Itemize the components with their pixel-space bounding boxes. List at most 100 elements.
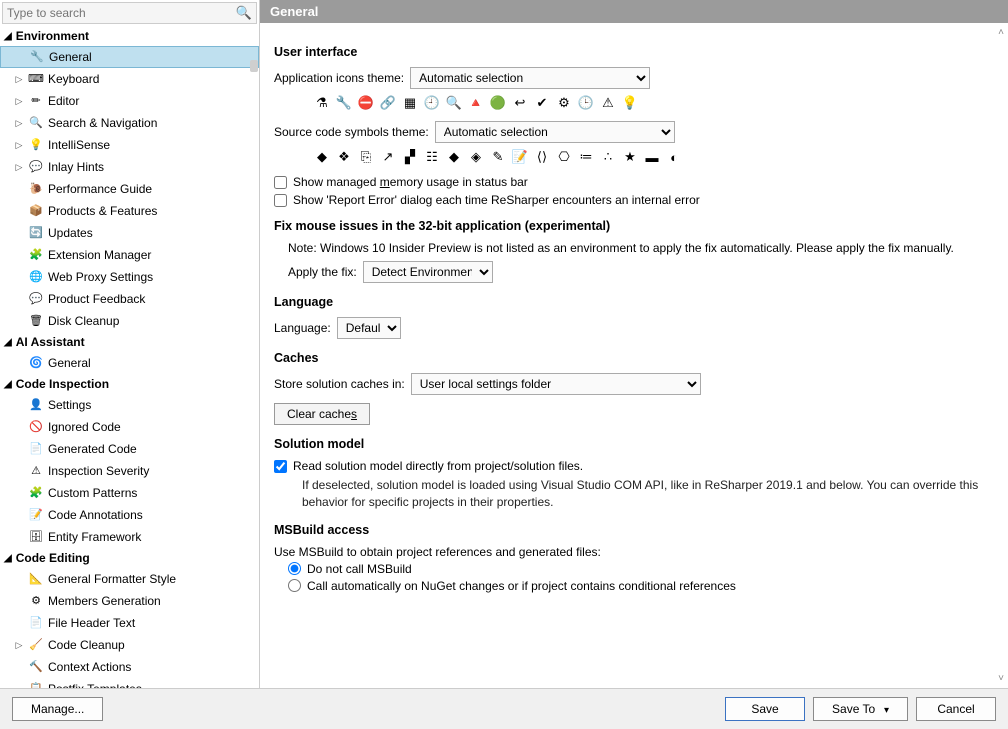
tree-item-entity-framework[interactable]: 🗄Entity Framework xyxy=(0,526,259,548)
tree-group-code-editing[interactable]: ◢Code Editing xyxy=(0,548,259,568)
tree-item-products-features[interactable]: 📦Products & Features xyxy=(0,200,259,222)
tree-item-intellisense[interactable]: ▷💡IntelliSense xyxy=(0,134,259,156)
item-icon: 🧹 xyxy=(28,637,44,653)
tree-item-file-header-text[interactable]: 📄File Header Text xyxy=(0,612,259,634)
save-button[interactable]: Save xyxy=(725,697,805,721)
preview-icon: ⚙ xyxy=(556,95,572,111)
item-icon: 🌀 xyxy=(28,355,44,371)
tree-item-postfix-templates[interactable]: 📋 Postfix Templates xyxy=(0,678,259,688)
apply-fix-select[interactable]: Detect Environment xyxy=(363,261,493,283)
preview-icon: ⎔ xyxy=(556,149,572,165)
item-label: General xyxy=(48,354,91,372)
item-label: Postfix Templates xyxy=(48,680,142,688)
cancel-button[interactable]: Cancel xyxy=(916,697,996,721)
section-caches: Caches xyxy=(274,351,994,365)
tree-item-editor[interactable]: ▷✏Editor xyxy=(0,90,259,112)
search-box[interactable]: 🔍 xyxy=(2,2,257,24)
language-select[interactable]: Default xyxy=(337,317,401,339)
tree-group-environment[interactable]: ◢Environment xyxy=(0,26,259,46)
manage-button[interactable]: Manage... xyxy=(12,697,103,721)
item-icon: 📦 xyxy=(28,203,44,219)
chk-report-error[interactable] xyxy=(274,194,287,207)
save-to-button[interactable]: Save To xyxy=(813,697,908,721)
tree-item-inlay-hints[interactable]: ▷💬Inlay Hints xyxy=(0,156,259,178)
preview-icon: ▬ xyxy=(644,149,660,165)
item-icon: 💬 xyxy=(28,159,44,175)
item-icon: 📝 xyxy=(28,507,44,523)
item-icon: 🧩 xyxy=(28,247,44,263)
caret-right-icon: ▷ xyxy=(14,70,24,88)
item-icon: ⚠ xyxy=(28,463,44,479)
tree-item-ignored-code[interactable]: 🚫Ignored Code xyxy=(0,416,259,438)
scrollbar-thumb[interactable] xyxy=(250,60,258,72)
tree-item-custom-patterns[interactable]: 🧩Custom Patterns xyxy=(0,482,259,504)
item-label: Extension Manager xyxy=(48,246,151,264)
item-icon: 🚫 xyxy=(28,419,44,435)
caret-right-icon: ▷ xyxy=(14,92,24,110)
tree-item-extension-manager[interactable]: 🧩Extension Manager xyxy=(0,244,259,266)
content-header: General xyxy=(260,0,1008,23)
msbuild-desc: Use MSBuild to obtain project references… xyxy=(274,545,994,559)
tree-group-code-inspection[interactable]: ◢Code Inspection xyxy=(0,374,259,394)
preview-icon: ⎘ xyxy=(358,149,374,165)
tree-item-code-annotations[interactable]: 📝Code Annotations xyxy=(0,504,259,526)
item-icon: 💡 xyxy=(28,137,44,153)
preview-icon: ✔ xyxy=(534,95,550,111)
icons-theme-select[interactable]: Automatic selection xyxy=(410,67,650,89)
tree-item-web-proxy-settings[interactable]: 🌐Web Proxy Settings xyxy=(0,266,259,288)
caches-label: Store solution caches in: xyxy=(274,377,405,391)
preview-icon: ↗ xyxy=(380,149,396,165)
tree-item-context-actions[interactable]: 🔨Context Actions xyxy=(0,656,259,678)
chk-memory-usage[interactable] xyxy=(274,176,287,189)
radio-msbuild-auto-label: Call automatically on NuGet changes or i… xyxy=(307,579,736,593)
symbols-theme-select[interactable]: Automatic selection xyxy=(435,121,675,143)
tree-item-settings[interactable]: 👤Settings xyxy=(0,394,259,416)
tree-item-keyboard[interactable]: ▷⌨Keyboard xyxy=(0,68,259,90)
preview-icon: ◈ xyxy=(468,149,484,165)
caches-select[interactable]: User local settings folder xyxy=(411,373,701,395)
item-label: Editor xyxy=(48,92,79,110)
item-label: Members Generation xyxy=(48,592,161,610)
tree-item-inspection-severity[interactable]: ⚠Inspection Severity xyxy=(0,460,259,482)
item-icon: 📋 xyxy=(28,681,44,688)
scroll-up-icon[interactable]: ˄ xyxy=(998,27,1004,38)
settings-tree[interactable]: ◢Environment🔧General▷⌨Keyboard▷✏Editor▷🔍… xyxy=(0,26,259,688)
item-label: General xyxy=(49,48,92,66)
caret-right-icon: ▷ xyxy=(14,636,24,654)
tree-item-disk-cleanup[interactable]: 🗑Disk Cleanup xyxy=(0,310,259,332)
tree-item-product-feedback[interactable]: 💬Product Feedback xyxy=(0,288,259,310)
search-input[interactable] xyxy=(7,6,236,20)
radio-msbuild-none[interactable] xyxy=(288,562,301,575)
symbols-theme-label: Source code symbols theme: xyxy=(274,125,429,139)
tree-item-members-generation[interactable]: ⚙Members Generation xyxy=(0,590,259,612)
preview-icon: 📝 xyxy=(512,149,528,165)
item-label: Inlay Hints xyxy=(48,158,104,176)
sidebar: 🔍 ◢Environment🔧General▷⌨Keyboard▷✏Editor… xyxy=(0,0,260,688)
section-msbuild: MSBuild access xyxy=(274,523,994,537)
preview-icon: ★ xyxy=(622,149,638,165)
item-label: Web Proxy Settings xyxy=(48,268,153,286)
preview-icon: ▦ xyxy=(402,95,418,111)
preview-icon: ≔ xyxy=(578,149,594,165)
radio-msbuild-auto[interactable] xyxy=(288,579,301,592)
item-label: Generated Code xyxy=(48,440,137,458)
tree-item-general[interactable]: 🔧General xyxy=(0,46,259,68)
item-icon: 📐 xyxy=(28,571,44,587)
tree-item-general-formatter-style[interactable]: 📐General Formatter Style xyxy=(0,568,259,590)
caret-right-icon: ▷ xyxy=(14,136,24,154)
chk-solution-model[interactable] xyxy=(274,460,287,473)
tree-item-performance-guide[interactable]: 🐌Performance Guide xyxy=(0,178,259,200)
scroll-down-icon[interactable]: ˅ xyxy=(998,673,1004,684)
item-icon: 💬 xyxy=(28,291,44,307)
tree-group-ai-assistant[interactable]: ◢AI Assistant xyxy=(0,332,259,352)
tree-item-general[interactable]: 🌀General xyxy=(0,352,259,374)
tree-item-search-navigation[interactable]: ▷🔍Search & Navigation xyxy=(0,112,259,134)
preview-icon: ▞ xyxy=(402,149,418,165)
tree-item-updates[interactable]: 🔄Updates xyxy=(0,222,259,244)
tree-item-code-cleanup[interactable]: ▷🧹Code Cleanup xyxy=(0,634,259,656)
clear-caches-button[interactable]: Clear caches xyxy=(274,403,370,425)
tree-item-generated-code[interactable]: 📄Generated Code xyxy=(0,438,259,460)
preview-icon: ◆ xyxy=(314,149,330,165)
item-icon: ⌨ xyxy=(28,71,44,87)
search-icon[interactable]: 🔍 xyxy=(236,5,252,21)
